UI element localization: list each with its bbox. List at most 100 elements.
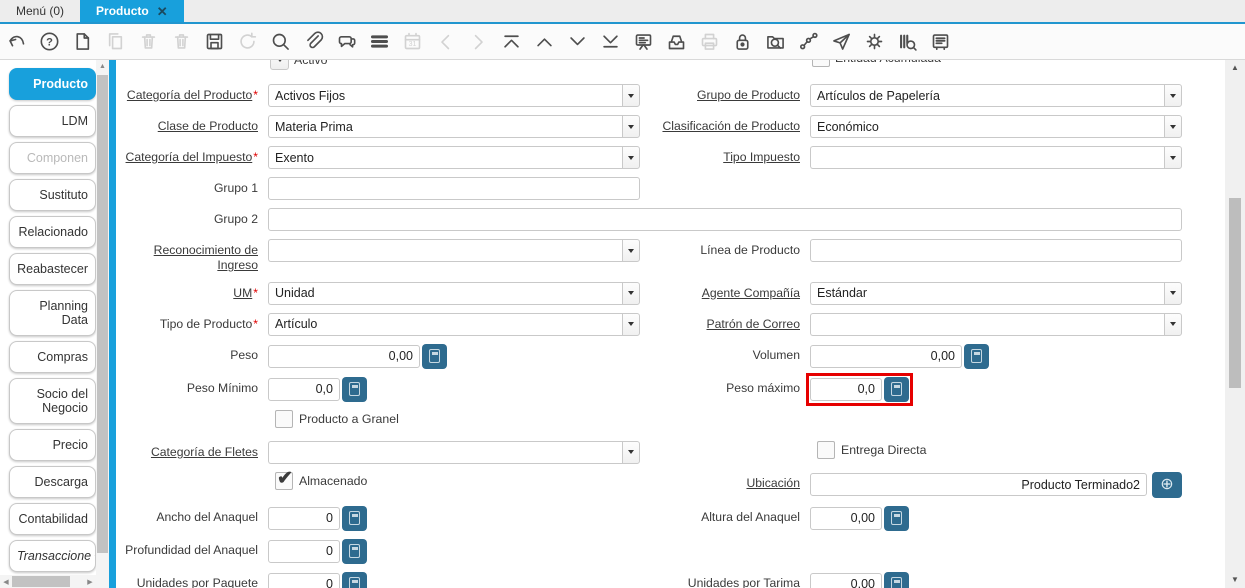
scrollbar-thumb[interactable] bbox=[12, 576, 70, 587]
sidebar-tab-contabilidad[interactable]: Contabilidad bbox=[9, 503, 96, 535]
ubicacion-input[interactable] bbox=[810, 473, 1147, 496]
categoria-del-producto-combobox[interactable] bbox=[268, 84, 640, 107]
help-icon[interactable]: ? bbox=[39, 31, 60, 52]
sidebar-horizontal-scrollbar[interactable]: ◀ ▶ bbox=[0, 575, 96, 588]
patron-de-correo-input[interactable] bbox=[810, 313, 1164, 336]
reconocimiento-de-ingreso-input[interactable] bbox=[268, 239, 622, 262]
dropdown-button[interactable] bbox=[1164, 115, 1182, 138]
unidades-por-tarima-input[interactable] bbox=[810, 573, 882, 588]
scroll-down-icon[interactable]: ▼ bbox=[1225, 572, 1245, 588]
grupo-2-input[interactable] bbox=[268, 208, 1182, 231]
last-record-icon[interactable] bbox=[600, 31, 621, 52]
sidebar-tab-descarga[interactable]: Descarga bbox=[9, 466, 96, 498]
scroll-up-icon[interactable]: ▲ bbox=[96, 60, 109, 74]
peso-minimo-input[interactable] bbox=[268, 378, 340, 401]
chat-icon[interactable] bbox=[336, 31, 357, 52]
dropdown-button[interactable] bbox=[622, 441, 640, 464]
scrollbar-thumb[interactable] bbox=[1229, 198, 1241, 388]
dropdown-button[interactable] bbox=[1164, 282, 1182, 305]
scroll-up-icon[interactable]: ▲ bbox=[1225, 60, 1245, 76]
dropdown-button[interactable] bbox=[622, 84, 640, 107]
workflow-icon[interactable] bbox=[798, 31, 819, 52]
sidebar-tab-compras[interactable]: Compras bbox=[9, 341, 96, 373]
profundidad-del-anaquel-input[interactable] bbox=[268, 540, 340, 563]
entrega-directa-checkbox[interactable] bbox=[817, 441, 835, 459]
volumen-input[interactable] bbox=[810, 345, 962, 368]
attachment-icon[interactable] bbox=[303, 31, 324, 52]
sidebar-tab-reabastecer[interactable]: Reabastecer bbox=[9, 253, 96, 285]
locator-button[interactable]: ⊕ bbox=[1152, 472, 1182, 498]
tipo-impuesto-input[interactable] bbox=[810, 146, 1164, 169]
clasificacion-de-producto-combobox[interactable] bbox=[810, 115, 1182, 138]
patron-de-correo-combobox[interactable] bbox=[810, 313, 1182, 336]
entidad-acumulada-checkbox[interactable] bbox=[812, 60, 830, 67]
sidebar-tab-precio[interactable]: Precio bbox=[9, 429, 96, 461]
find-icon[interactable] bbox=[270, 31, 291, 52]
linea-de-producto-input[interactable] bbox=[810, 239, 1182, 262]
log-panel-icon[interactable] bbox=[930, 31, 951, 52]
ancho-del-anaquel-input[interactable] bbox=[268, 507, 340, 530]
sidebar-tab-ldm[interactable]: LDM bbox=[9, 105, 96, 137]
altura-del-anaquel-input[interactable] bbox=[810, 507, 882, 530]
previous-record-icon[interactable] bbox=[534, 31, 555, 52]
calculator-button[interactable] bbox=[964, 344, 989, 369]
calculator-button[interactable] bbox=[342, 377, 367, 402]
sidebar-tab-sustituto[interactable]: Sustituto bbox=[9, 179, 96, 211]
calculator-button[interactable] bbox=[422, 344, 447, 369]
categoria-de-fletes-combobox[interactable] bbox=[268, 441, 640, 464]
categoria-del-impuesto-combobox[interactable] bbox=[268, 146, 640, 169]
categoria-de-fletes-input[interactable] bbox=[268, 441, 622, 464]
calculator-button[interactable] bbox=[342, 572, 367, 588]
dropdown-button[interactable] bbox=[622, 146, 640, 169]
dropdown-button[interactable] bbox=[622, 115, 640, 138]
sidebar-tab-producto[interactable]: Producto bbox=[9, 68, 96, 100]
content-vertical-scrollbar[interactable]: ▲ ▼ bbox=[1225, 60, 1245, 588]
dropdown-button[interactable] bbox=[1164, 146, 1182, 169]
archive-icon[interactable] bbox=[666, 31, 687, 52]
next-record-icon[interactable] bbox=[567, 31, 588, 52]
new-record-icon[interactable] bbox=[72, 31, 93, 52]
window-tab-producto[interactable]: Producto ✕ bbox=[80, 0, 184, 22]
scrollbar-thumb[interactable] bbox=[97, 75, 108, 553]
grid-toggle-icon[interactable] bbox=[369, 31, 390, 52]
calculator-button[interactable] bbox=[884, 506, 909, 531]
tipo-de-producto-combobox[interactable] bbox=[268, 313, 640, 336]
peso-maximo-input[interactable] bbox=[810, 378, 882, 401]
categoria-del-producto-input[interactable] bbox=[268, 84, 622, 107]
calculator-button[interactable] bbox=[342, 539, 367, 564]
tipo-impuesto-combobox[interactable] bbox=[810, 146, 1182, 169]
undo-icon[interactable] bbox=[6, 31, 27, 52]
producto-a-granel-checkbox[interactable] bbox=[275, 410, 293, 428]
scroll-right-icon[interactable]: ▶ bbox=[84, 578, 96, 586]
process-icon[interactable] bbox=[864, 31, 885, 52]
grupo-de-producto-combobox[interactable] bbox=[810, 84, 1182, 107]
sidebar-tab-socio-del-negocio[interactable]: Socio del Negocio bbox=[9, 378, 96, 424]
clase-de-producto-input[interactable] bbox=[268, 115, 622, 138]
categoria-del-impuesto-input[interactable] bbox=[268, 146, 622, 169]
sidebar-tab-relacionado[interactable]: Relacionado bbox=[9, 216, 96, 248]
save-icon[interactable] bbox=[204, 31, 225, 52]
clase-de-producto-combobox[interactable] bbox=[268, 115, 640, 138]
agente-compania-combobox[interactable] bbox=[810, 282, 1182, 305]
zoom-across-icon[interactable] bbox=[765, 31, 786, 52]
scroll-left-icon[interactable]: ◀ bbox=[0, 578, 12, 586]
um-combobox[interactable] bbox=[268, 282, 640, 305]
grupo-de-producto-input[interactable] bbox=[810, 84, 1164, 107]
peso-input[interactable] bbox=[268, 345, 420, 368]
dropdown-button[interactable] bbox=[622, 282, 640, 305]
calculator-button[interactable] bbox=[342, 506, 367, 531]
sidebar-vertical-scrollbar[interactable]: ▲ bbox=[96, 60, 109, 588]
dropdown-button[interactable] bbox=[270, 60, 289, 70]
window-tab-menu[interactable]: Menú (0) bbox=[0, 0, 80, 22]
first-record-icon[interactable] bbox=[501, 31, 522, 52]
um-input[interactable] bbox=[268, 282, 622, 305]
report-icon[interactable] bbox=[633, 31, 654, 52]
sidebar-tab-planning-data[interactable]: Planning Data bbox=[9, 290, 96, 336]
sidebar-tab-transaccione[interactable]: Transaccione▼ bbox=[9, 540, 96, 572]
dropdown-button[interactable] bbox=[622, 239, 640, 262]
lock-icon[interactable] bbox=[732, 31, 753, 52]
calculator-button[interactable] bbox=[884, 377, 909, 402]
tipo-de-producto-input[interactable] bbox=[268, 313, 622, 336]
agente-compania-input[interactable] bbox=[810, 282, 1164, 305]
calculator-button[interactable] bbox=[884, 572, 909, 588]
